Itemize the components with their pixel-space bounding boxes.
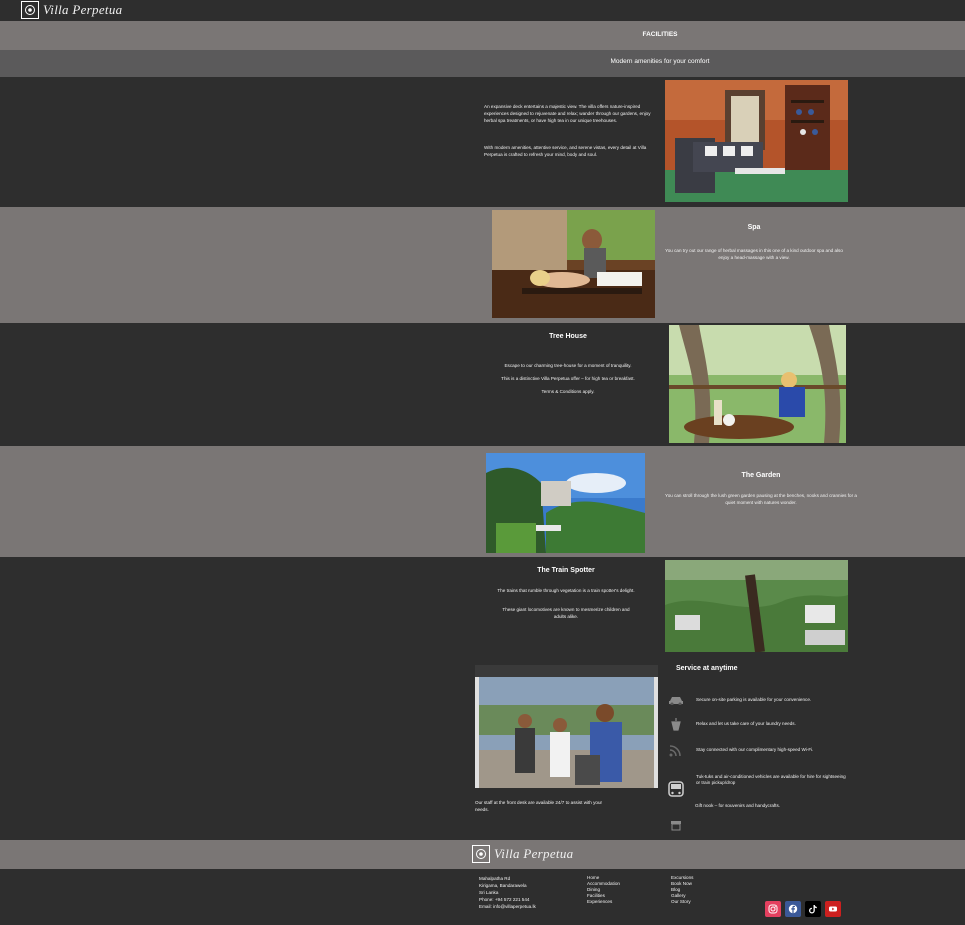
- staff-text: Our staff at the front desk are availabl…: [475, 800, 603, 812]
- spa-title: Spa: [747, 224, 761, 231]
- spa-image: [492, 210, 655, 318]
- service-item-transport: Tuk-tuks and air-conditioned vehicles ar…: [668, 774, 846, 797]
- footer-links-1: Home Accommodation Dining Facilities Exp…: [587, 875, 620, 905]
- address-line: Mahalpatha Rd: [479, 876, 511, 881]
- crest-icon: [472, 845, 490, 863]
- service-item-text: Stay connected with our complimentary hi…: [696, 747, 814, 752]
- youtube-icon[interactable]: [825, 901, 841, 917]
- footer-links-2: Excursions Book Now Blog Gallery Our Sto…: [671, 875, 693, 905]
- spa-text: You can try out our range of herbal mass…: [665, 248, 843, 260]
- garden-image: [486, 453, 645, 553]
- garden-section: The Garden You can stroll through the lu…: [0, 446, 965, 557]
- train-service-section: The Train Spotter The trains that rumble…: [0, 557, 965, 840]
- footer-link-experiences[interactable]: Experiences: [587, 899, 620, 905]
- garden-text: You can stroll through the lush green ga…: [665, 493, 857, 505]
- footer-logo[interactable]: Villa Perpetua: [472, 845, 573, 863]
- treehouse-line-1: Escape to our charming tree-house for a …: [504, 363, 632, 368]
- email-link[interactable]: info@villaperpetua.lk: [493, 904, 536, 909]
- service-item-shop-text: Gift nook – for souvenirs and handycraft…: [695, 803, 781, 808]
- train-image: [665, 560, 848, 652]
- spa-section: Spa You can try out our range of herbal …: [0, 207, 965, 323]
- tiktok-icon[interactable]: [805, 901, 821, 917]
- treehouse-image: [669, 325, 846, 443]
- lounge-image: [665, 80, 848, 202]
- email-line: Email: info@villaperpetua.lk: [479, 904, 536, 909]
- footer-link-our-story[interactable]: Our Story: [671, 899, 693, 905]
- title-band: FACILITIES: [0, 21, 965, 50]
- treehouse-line-3: Terms & Conditions apply.: [541, 389, 595, 394]
- phone-link[interactable]: +94 572 221 544: [495, 897, 530, 902]
- service-item-wifi: Stay connected with our complimentary hi…: [668, 743, 813, 757]
- bus-icon: [668, 781, 684, 797]
- footer-logo-band: Villa Perpetua: [0, 840, 965, 869]
- shop-icon: [668, 818, 684, 832]
- train-line-2: These giant locomotives are known to mes…: [502, 607, 630, 619]
- phone-line: Phone: +94 572 221 544: [479, 897, 530, 902]
- crest-icon: [21, 1, 39, 19]
- logo-text: Villa Perpetua: [43, 2, 123, 17]
- header-logo[interactable]: Villa Perpetua: [21, 1, 122, 19]
- subtitle-band: Modern amenities for your comfort: [0, 50, 965, 77]
- intro-paragraph-2: With modern amenities, attentive service…: [484, 145, 647, 157]
- service-item-text: Tuk-tuks and air-conditioned vehicles ar…: [696, 774, 846, 785]
- car-icon: [668, 693, 684, 707]
- treehouse-title: Tree House: [549, 333, 587, 340]
- staff-image: [475, 665, 658, 788]
- page-title: FACILITIES: [642, 31, 678, 38]
- service-item-parking: Secure on-site parking is available for …: [668, 693, 811, 707]
- laundry-icon: [668, 717, 684, 731]
- address-line: Kirigama, Bandarawela: [479, 883, 527, 888]
- footer-logo-text: Villa Perpetua: [494, 846, 574, 861]
- train-title: The Train Spotter: [537, 567, 595, 574]
- service-item-shop: [668, 818, 684, 832]
- service-item-text: Relax and let us take care of your laund…: [696, 721, 796, 726]
- page-subtitle: Modern amenities for your comfort: [610, 58, 710, 65]
- train-line-1: The trains that rumble through vegetatio…: [497, 588, 635, 593]
- address-line: Sri Lanka: [479, 890, 499, 895]
- service-title: Service at anytime: [676, 665, 738, 672]
- intro-paragraph-1: An expansive deck entertains a majestic …: [484, 104, 651, 123]
- wifi-icon: [668, 743, 684, 757]
- treehouse-line-2: This is a distinctive Villa Perpetua off…: [501, 376, 635, 381]
- facebook-icon[interactable]: [785, 901, 801, 917]
- footer-address: Mahalpatha Rd Kirigama, Bandarawela Sri …: [479, 875, 536, 910]
- service-item-laundry: Relax and let us take care of your laund…: [668, 717, 796, 731]
- service-item-text: Secure on-site parking is available for …: [696, 697, 812, 702]
- instagram-icon[interactable]: [765, 901, 781, 917]
- intro-section: An expansive deck entertains a majestic …: [0, 77, 965, 207]
- garden-title: The Garden: [741, 472, 781, 479]
- treehouse-section: Tree House Escape to our charming tree-h…: [0, 323, 965, 446]
- site-header: Villa Perpetua: [0, 0, 965, 21]
